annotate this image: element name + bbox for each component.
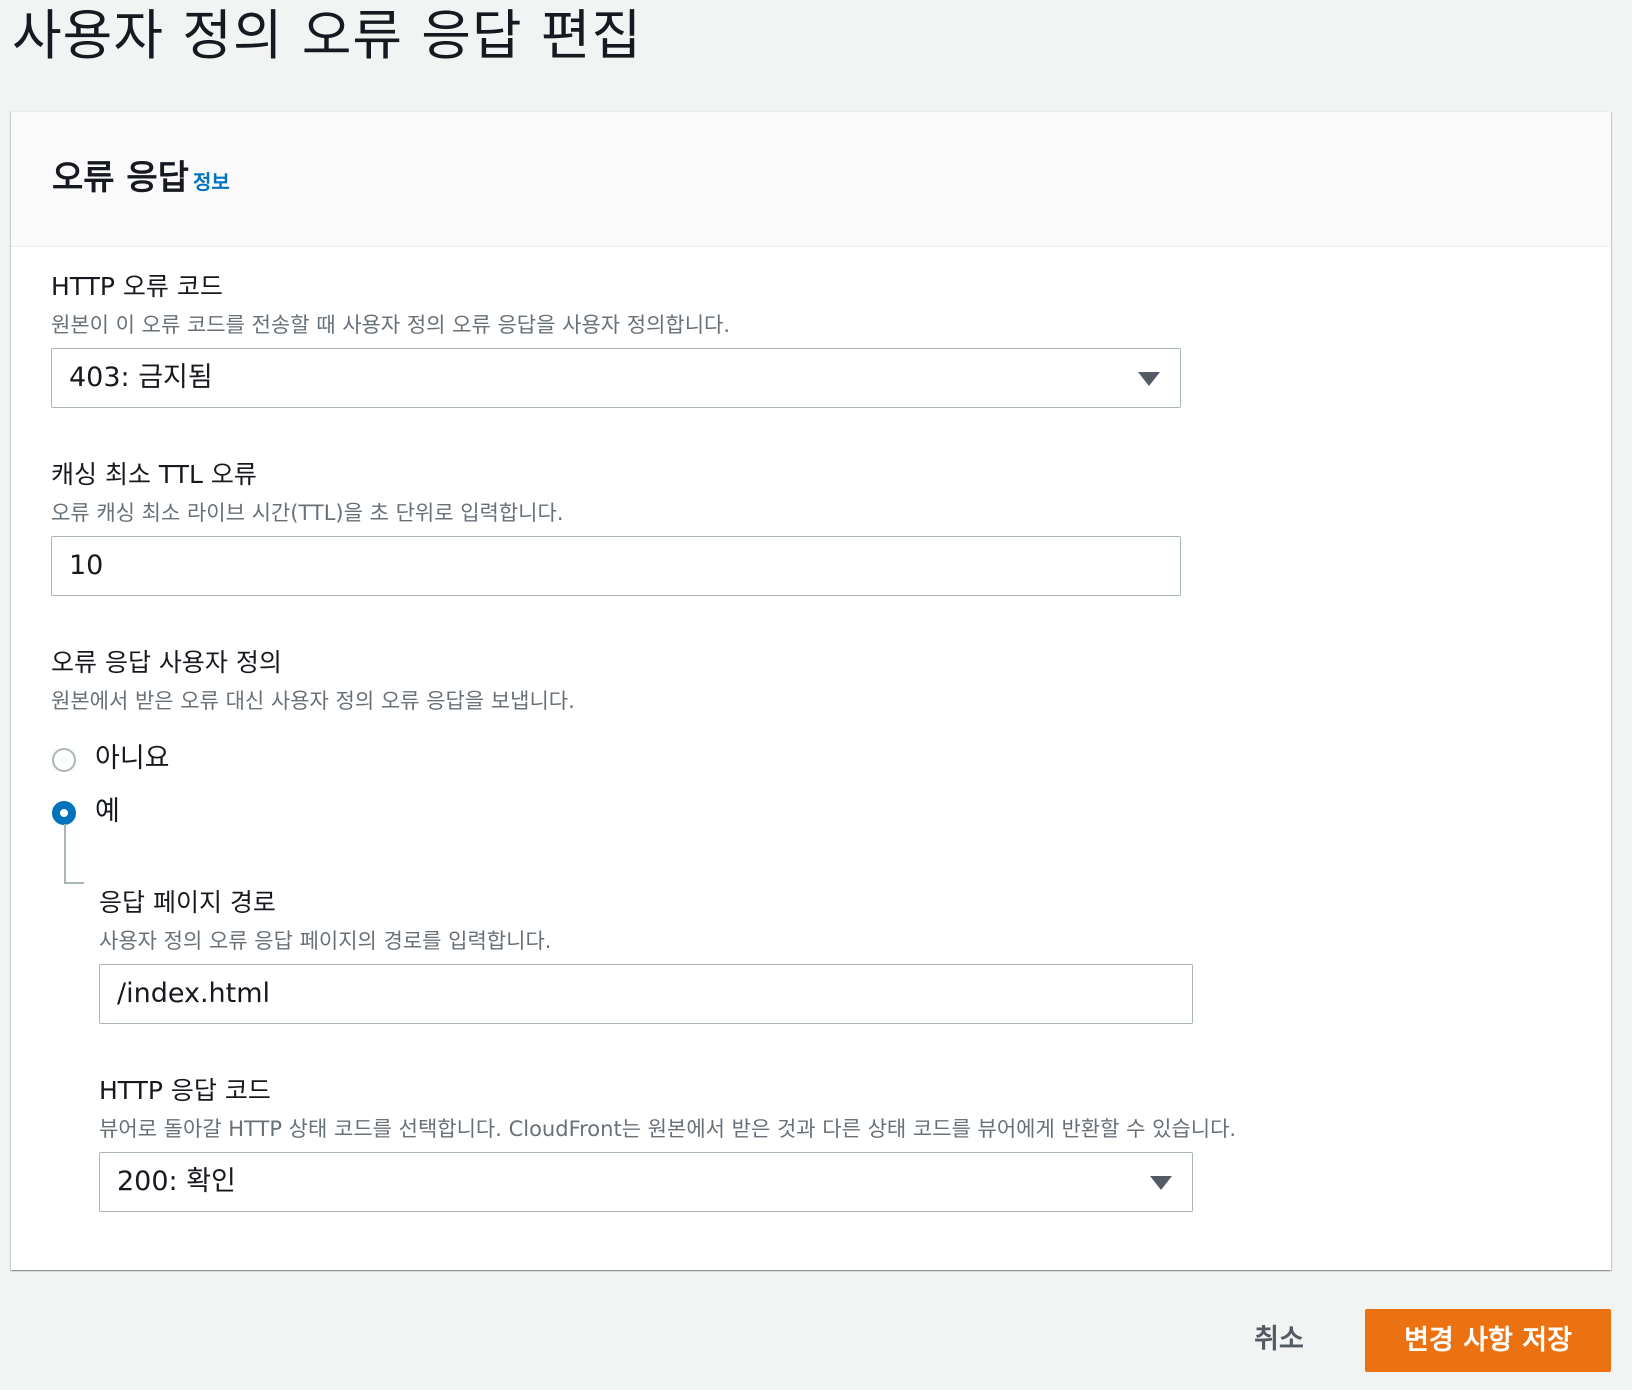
http-error-code-label: HTTP 오류 코드	[51, 272, 223, 301]
info-link[interactable]: 정보	[193, 168, 230, 196]
error-response-panel: 오류 응답 정보 HTTP 오류 코드 원본이 이 오류 코드를 전송할 때 사…	[11, 111, 1611, 1270]
response-page-path-value: /index.html	[117, 978, 271, 1009]
caret-down-icon	[1138, 372, 1160, 386]
customize-response-description: 원본에서 받은 오류 대신 사용자 정의 오류 응답을 보냅니다.	[51, 689, 575, 713]
save-changes-button[interactable]: 변경 사항 저장	[1365, 1309, 1611, 1372]
min-ttl-description: 오류 캐싱 최소 라이브 시간(TTL)을 초 단위로 입력합니다.	[51, 501, 564, 525]
http-response-code-description: 뷰어로 돌아갈 HTTP 상태 코드를 선택합니다. CloudFront는 원…	[99, 1117, 1237, 1141]
response-page-path-description: 사용자 정의 오류 응답 페이지의 경로를 입력합니다.	[99, 929, 552, 953]
http-error-code-value: 403: 금지됨	[69, 362, 213, 393]
panel-header: 오류 응답 정보	[11, 112, 1611, 247]
http-response-code-label: HTTP 응답 코드	[99, 1076, 271, 1105]
radio-no-label[interactable]: 아니요	[95, 741, 170, 777]
panel-title: 오류 응답	[52, 158, 189, 198]
radio-yes[interactable]	[52, 801, 76, 825]
caret-down-icon	[1150, 1176, 1172, 1190]
customize-response-label: 오류 응답 사용자 정의	[51, 648, 282, 677]
response-page-path-input[interactable]: /index.html	[99, 964, 1193, 1024]
http-error-code-description: 원본이 이 오류 코드를 전송할 때 사용자 정의 오류 응답을 사용자 정의합…	[51, 313, 731, 337]
http-response-code-select[interactable]: 200: 확인	[99, 1152, 1193, 1212]
min-ttl-label: 캐싱 최소 TTL 오류	[51, 460, 257, 489]
radio-no[interactable]	[52, 748, 76, 772]
radio-yes-label[interactable]: 예	[95, 794, 120, 830]
nested-connector-line	[64, 824, 84, 884]
min-ttl-value: 10	[69, 550, 104, 581]
min-ttl-input[interactable]: 10	[51, 536, 1181, 596]
http-response-code-value: 200: 확인	[117, 1166, 236, 1197]
response-page-path-label: 응답 페이지 경로	[99, 888, 276, 917]
page-title: 사용자 정의 오류 응답 편집	[12, 4, 643, 67]
http-error-code-select[interactable]: 403: 금지됨	[51, 348, 1181, 408]
cancel-button[interactable]: 취소	[1226, 1318, 1332, 1362]
